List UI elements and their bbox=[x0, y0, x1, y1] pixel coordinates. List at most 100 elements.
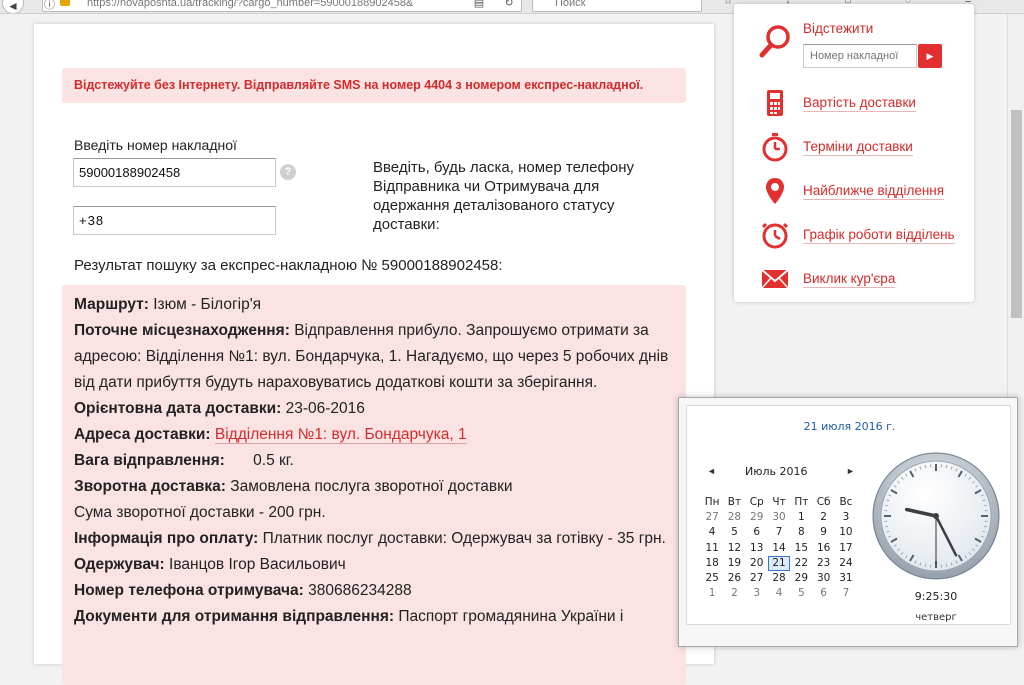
sidebar-item-cost[interactable]: Вартість доставки bbox=[734, 88, 974, 120]
scrollbar-thumb[interactable] bbox=[1011, 110, 1022, 318]
calendar-day[interactable]: 4 bbox=[701, 525, 723, 540]
calendar-day[interactable]: 27 bbox=[746, 571, 768, 586]
address-bar[interactable]: https://novaposhta.ua/tracking/?cargo_nu… bbox=[42, 0, 522, 12]
recipient-phone-label: Номер телефона отримувача: bbox=[74, 582, 304, 599]
sidebar-item-nearest-branch[interactable]: Найближче відділення bbox=[734, 176, 974, 208]
calendar-day[interactable]: 18 bbox=[701, 556, 723, 571]
clock-minute-tick bbox=[925, 564, 926, 567]
current-date-link[interactable]: 21 июля 2016 г. bbox=[687, 420, 1012, 433]
reader-icon[interactable]: ▤ bbox=[470, 0, 488, 12]
sidebar-item-schedule[interactable]: Графік роботи відділень bbox=[734, 220, 974, 252]
calendar-day[interactable]: 6 bbox=[746, 525, 768, 540]
calendar-day[interactable]: 5 bbox=[790, 586, 812, 601]
info-icon[interactable]: ⓘ bbox=[44, 0, 55, 12]
calendar-grid: ПнВтСрЧтПтСбВс27282930123456789101112131… bbox=[701, 495, 857, 601]
delivery-address-link[interactable]: Відділення №1: вул. Бондарчука, 1 bbox=[215, 426, 467, 444]
calendar-day[interactable]: 23 bbox=[812, 556, 834, 571]
weight-row: Вага відправлення: 0.5 кг. bbox=[74, 448, 674, 474]
calendar-day[interactable]: 10 bbox=[835, 525, 857, 540]
calendar-day[interactable]: 30 bbox=[768, 510, 790, 525]
address-label: Адреса доставки: bbox=[74, 426, 211, 443]
clock-minute-tick bbox=[925, 465, 926, 468]
phone-hint-text: Введіть, будь ласка, номер телефону Відп… bbox=[373, 158, 673, 234]
sidebar-item-label: Виклик кур'єра bbox=[803, 271, 895, 288]
sidebar-item-terms[interactable]: Терміни доставки bbox=[734, 132, 974, 164]
calendar-day[interactable]: 9 bbox=[812, 525, 834, 540]
sidebar-item-label: Графік роботи відділень bbox=[803, 227, 955, 244]
payment-row: Інформація про оплату: Платник послуг до… bbox=[74, 526, 674, 552]
calendar-day[interactable]: 28 bbox=[723, 510, 745, 525]
calendar-day[interactable]: 26 bbox=[723, 571, 745, 586]
delivery-date-row: Орієнтовна дата доставки: 23-06-2016 bbox=[74, 396, 674, 422]
calendar-day[interactable]: 22 bbox=[790, 556, 812, 571]
calendar-day[interactable]: 13 bbox=[746, 541, 768, 556]
calendar-day[interactable]: 24 bbox=[835, 556, 857, 571]
weekday-header: Ср bbox=[746, 495, 768, 510]
calendar-day[interactable]: 28 bbox=[768, 571, 790, 586]
calendar-day[interactable]: 14 bbox=[768, 541, 790, 556]
calendar-day[interactable]: 3 bbox=[746, 586, 768, 601]
calendar-month-title[interactable]: Июль 2016 bbox=[745, 465, 808, 478]
reload-icon[interactable]: ↻ bbox=[500, 0, 518, 12]
recipient-row: Одержувач: Іванцов Ігор Васильович bbox=[74, 552, 674, 578]
clock-minute-tick bbox=[946, 465, 947, 468]
calendar-day[interactable]: 1 bbox=[701, 586, 723, 601]
return-row: Зворотна доставка: Замовлена послуга зво… bbox=[74, 474, 674, 500]
calendar-day[interactable]: 7 bbox=[768, 525, 790, 540]
return-sum-row: Сума зворотної доставки - 200 грн. bbox=[74, 500, 674, 526]
calendar-day[interactable]: 2 bbox=[812, 510, 834, 525]
route-label: Маршрут: bbox=[74, 296, 149, 313]
calendar-day[interactable]: 15 bbox=[790, 541, 812, 556]
calendar-day[interactable]: 12 bbox=[723, 541, 745, 556]
clock-minute-tick bbox=[984, 505, 987, 506]
track-number-input[interactable] bbox=[803, 44, 917, 68]
lock-icon bbox=[60, 0, 70, 6]
analog-clock bbox=[871, 451, 1001, 581]
browser-search-input[interactable]: Поиск bbox=[532, 0, 702, 12]
invoice-label: Введіть номер накладної bbox=[74, 137, 237, 153]
system-clock-popup: 21 июля 2016 г. ◄ Июль 2016 ► ПнВтСрЧтПт… bbox=[678, 397, 1018, 647]
weekday-name: четверг bbox=[875, 612, 997, 623]
back-button[interactable]: ◄ bbox=[2, 0, 24, 14]
clock-icon bbox=[760, 220, 790, 250]
recipient-label: Одержувач: bbox=[74, 556, 165, 573]
search-icon bbox=[758, 24, 792, 60]
return-label: Зворотна доставка: bbox=[74, 478, 226, 495]
calendar-day[interactable]: 21 bbox=[768, 556, 790, 571]
calendar-day[interactable]: 19 bbox=[723, 556, 745, 571]
calendar-day[interactable]: 30 bbox=[812, 571, 834, 586]
calendar-day[interactable]: 16 bbox=[812, 541, 834, 556]
calendar-day[interactable]: 27 bbox=[701, 510, 723, 525]
calendar-day[interactable]: 11 bbox=[701, 541, 723, 556]
sms-info-banner: Відстежуйте без Інтернету. Відправляйте … bbox=[62, 68, 686, 103]
calendar-day[interactable]: 25 bbox=[701, 571, 723, 586]
calendar-day[interactable]: 6 bbox=[812, 586, 834, 601]
calendar-day[interactable]: 4 bbox=[768, 586, 790, 601]
documents-row: Документи для отримання відправлення: Па… bbox=[74, 604, 674, 630]
clock-minute-tick bbox=[946, 564, 947, 567]
track-submit-button[interactable]: ▶ bbox=[918, 44, 942, 68]
calendar-day[interactable]: 17 bbox=[835, 541, 857, 556]
calendar-day[interactable]: 1 bbox=[790, 510, 812, 525]
stopwatch-icon bbox=[760, 132, 790, 162]
prev-month-icon[interactable]: ◄ bbox=[707, 466, 716, 476]
calendar-day[interactable]: 2 bbox=[723, 586, 745, 601]
return-value: Замовлена послуга зворотної доставки bbox=[230, 478, 512, 495]
calendar-day[interactable]: 7 bbox=[835, 586, 857, 601]
location-row: Поточне місцезнаходження: Відправлення п… bbox=[74, 318, 674, 396]
weight-value: 0.5 кг. bbox=[253, 452, 294, 469]
calendar-day[interactable]: 8 bbox=[790, 525, 812, 540]
calendar-day[interactable]: 5 bbox=[723, 525, 745, 540]
calendar-day[interactable]: 20 bbox=[746, 556, 768, 571]
phone-number-input[interactable] bbox=[73, 206, 276, 235]
next-month-icon[interactable]: ► bbox=[846, 466, 855, 476]
track-title[interactable]: Відстежити bbox=[803, 21, 873, 36]
calendar-day[interactable]: 3 bbox=[835, 510, 857, 525]
calendar-day[interactable]: 29 bbox=[746, 510, 768, 525]
help-icon[interactable]: ? bbox=[280, 164, 296, 180]
calendar-day[interactable]: 29 bbox=[790, 571, 812, 586]
sidebar-item-courier[interactable]: Виклик кур'єра bbox=[734, 264, 974, 296]
calendar-day[interactable]: 31 bbox=[835, 571, 857, 586]
weekday-header: Пн bbox=[701, 495, 723, 510]
invoice-number-input[interactable] bbox=[73, 158, 276, 187]
